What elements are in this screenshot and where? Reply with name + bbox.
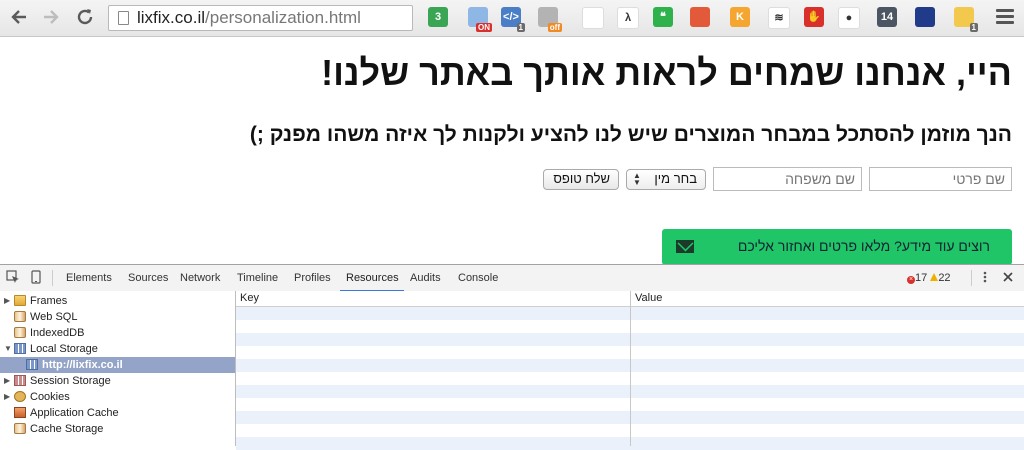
resources-sidebar: ▶ Frames Web SQL IndexedDB ▼ Local Storage htt… — [0, 291, 236, 446]
envelope-icon — [676, 240, 694, 253]
arrow-right-icon — [44, 10, 59, 24]
tree-item-indexeddb[interactable]: IndexedDB — [0, 325, 235, 341]
tree-item-local-storage[interactable]: ▼ Local Storage — [0, 341, 235, 357]
device-mode-icon[interactable] — [29, 270, 43, 284]
tree-item-label: Web SQL — [30, 311, 78, 323]
storage-grid-icon — [26, 359, 38, 370]
tree-item-label: Cookies — [30, 391, 70, 403]
tab-timeline[interactable]: Timeline — [237, 272, 278, 284]
contact-promo-banner[interactable]: רוצים עוד מידע? מלאו פרטים ואחזור אליכם — [662, 229, 1012, 265]
ext-quote-icon[interactable]: ❝ — [653, 7, 673, 27]
ext-k-icon[interactable]: K — [730, 7, 750, 27]
tree-item-cache-storage[interactable]: Cache Storage — [0, 421, 235, 437]
folder-icon — [14, 295, 26, 306]
ext-stop-hand-icon[interactable]: ✋ — [804, 7, 824, 27]
ext-cat-off-icon[interactable]: off — [538, 7, 562, 32]
tree-item-cookies[interactable]: ▶ Cookies — [0, 389, 235, 405]
error-count: 17 — [915, 272, 928, 284]
tree-item-label: http://lixfix.co.il — [42, 359, 123, 371]
tab-separator — [52, 270, 53, 286]
ext-code-icon[interactable]: </> 1 — [501, 7, 525, 32]
last-name-field[interactable] — [713, 167, 862, 191]
back-button[interactable] — [8, 6, 30, 28]
web-page: היי, אנחנו שמחים לראות אותך באתר שלנו! ה… — [0, 37, 1024, 265]
application-cache-icon — [14, 407, 26, 418]
tab-resources[interactable]: Resources — [346, 272, 399, 284]
gender-select-value: בחר מין — [654, 171, 697, 186]
tab-audits[interactable]: Audits — [410, 272, 441, 284]
storage-table: Key Value — [236, 291, 1024, 450]
storage-grid-icon — [14, 343, 26, 354]
devtools-tabbar: Elements Sources Network Timeline Profiles Re… — [0, 265, 1024, 292]
reload-button[interactable] — [74, 6, 96, 28]
column-header-key[interactable]: Key — [240, 292, 259, 304]
console-counts[interactable]: × 17 22 — [907, 272, 951, 284]
ext-night-icon[interactable] — [915, 7, 935, 27]
browser-toolbar: lixfix.co.il/personalization.html 3 ON </>… — [0, 0, 1024, 37]
chrome-menu-button[interactable] — [996, 9, 1014, 25]
promo-text: רוצים עוד מידע? מלאו פרטים ואחזור אליכם — [737, 238, 990, 254]
gender-select[interactable]: בחר מין ▲ ▼ — [626, 169, 706, 190]
ext-eye-icon[interactable]: ● — [838, 7, 860, 29]
inspect-element-icon[interactable] — [6, 270, 20, 284]
tree-item-frames[interactable]: ▶ Frames — [0, 293, 235, 309]
collapsed-triangle-icon[interactable]: ▶ — [4, 296, 10, 305]
select-arrows-icon: ▲ ▼ — [633, 171, 641, 187]
tree-item-label: Session Storage — [30, 375, 111, 387]
tree-item-label: Frames — [30, 295, 68, 307]
tree-item-label: Application Cache — [30, 407, 119, 419]
tab-sources[interactable]: Sources — [128, 272, 168, 284]
tab-elements[interactable]: Elements — [66, 272, 112, 284]
ext-3-icon[interactable]: 3 — [428, 7, 448, 27]
collapsed-triangle-icon[interactable]: ▶ — [4, 392, 10, 401]
collapsed-triangle-icon[interactable]: ▶ — [4, 376, 10, 385]
first-name-field[interactable] — [869, 167, 1012, 191]
tree-item-web-sql[interactable]: Web SQL — [0, 309, 235, 325]
ext-puzzle-icon[interactable]: 1 — [954, 7, 978, 32]
tree-item-label: Local Storage — [30, 343, 98, 355]
tree-item-http-lixfix-co-il[interactable]: http://lixfix.co.il — [0, 357, 235, 373]
session-storage-icon — [14, 375, 26, 386]
page-subline: הנך מוזמן להסתכל במבחר המוצרים שיש לנו ל… — [249, 123, 1012, 146]
url-text: lixfix.co.il/personalization.html — [137, 8, 361, 27]
database-icon — [14, 311, 26, 322]
page-headline: היי, אנחנו שמחים לראות אותך באתר שלנו! — [321, 52, 1012, 93]
tree-item-label: Cache Storage — [30, 423, 104, 435]
devtools-panel: Elements Sources Network Timeline Profiles Re… — [0, 264, 1024, 450]
more-vertical-icon[interactable] — [978, 270, 992, 284]
warning-count: 22 — [938, 272, 951, 284]
tab-network[interactable]: Network — [180, 272, 220, 284]
tab-console[interactable]: Console — [458, 272, 498, 284]
database-icon — [14, 327, 26, 338]
arrow-left-icon — [11, 10, 26, 24]
tree-item-application-cache[interactable]: Application Cache — [0, 405, 235, 421]
tab-profiles[interactable]: Profiles — [294, 272, 331, 284]
ext-14-icon[interactable]: 14 — [877, 7, 897, 27]
column-header-value[interactable]: Value — [635, 292, 662, 304]
ext-on-icon[interactable]: ON — [468, 7, 492, 32]
database-icon — [14, 423, 26, 434]
ext-gear-red-icon[interactable] — [582, 7, 604, 29]
ext-lambda-icon[interactable]: λ — [617, 7, 639, 29]
tree-item-session-storage[interactable]: ▶ Session Storage — [0, 373, 235, 389]
expanded-triangle-icon[interactable]: ▼ — [4, 344, 12, 353]
ext-layers-icon[interactable]: ≋ — [768, 7, 790, 29]
column-divider — [630, 291, 631, 446]
tree-item-label: IndexedDB — [30, 327, 85, 339]
submit-form-button[interactable]: שלח טופס — [543, 169, 619, 190]
error-icon: × — [907, 276, 915, 284]
page-icon — [118, 11, 129, 25]
tab-separator — [971, 270, 972, 286]
reload-icon — [77, 9, 93, 25]
forward-button[interactable] — [40, 6, 62, 28]
cookie-icon — [14, 391, 26, 402]
close-icon[interactable] — [1001, 270, 1015, 284]
address-bar[interactable]: lixfix.co.il/personalization.html — [108, 5, 413, 31]
ext-flag-icon[interactable] — [690, 7, 710, 27]
